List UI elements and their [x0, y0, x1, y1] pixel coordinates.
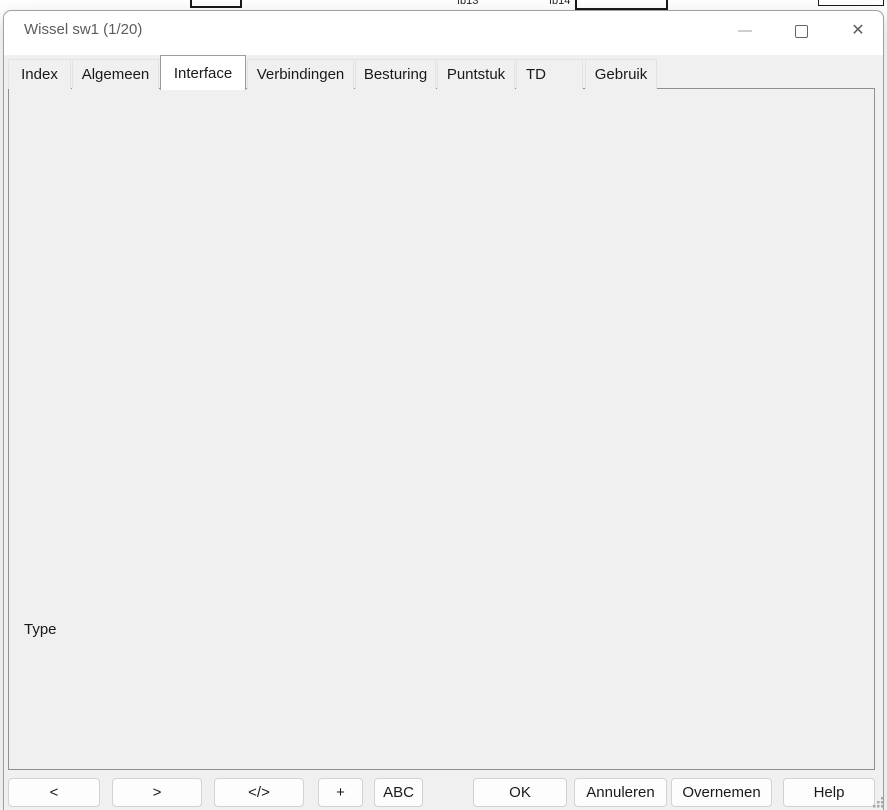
- ok-button[interactable]: OK: [473, 778, 567, 807]
- type-group-legend: Type: [20, 621, 61, 638]
- cancel-button[interactable]: Annuleren: [574, 778, 667, 807]
- background-fragment-text: fb13: [457, 0, 478, 7]
- add-button[interactable]: +: [318, 778, 363, 807]
- window-title: Wissel sw1 (1/20): [24, 21, 142, 38]
- tab-label: Interface: [174, 65, 232, 82]
- tab-label: Verbindingen: [257, 66, 345, 83]
- close-icon: ✕: [851, 23, 864, 39]
- button-label: Help: [814, 784, 845, 801]
- button-label: >: [153, 784, 162, 801]
- abc-button[interactable]: ABC: [374, 778, 423, 807]
- tab-interface[interactable]: Interface: [160, 55, 246, 90]
- button-label: Overnemen: [682, 784, 760, 801]
- maximize-icon: [795, 25, 808, 38]
- resize-grip[interactable]: [872, 796, 884, 808]
- apply-button[interactable]: Overnemen: [671, 778, 772, 807]
- tab-besturing[interactable]: Besturing: [355, 59, 436, 89]
- tab-label: Index: [21, 66, 58, 83]
- button-label: OK: [509, 784, 531, 801]
- tab-label: Gebruik: [595, 66, 648, 83]
- background-fragment-box: [818, 0, 884, 6]
- background-fragment-text: fb14: [549, 0, 570, 7]
- tab-index[interactable]: Index: [8, 59, 71, 89]
- tab-label: Besturing: [364, 66, 427, 83]
- screen: fb13 fb14 Wissel sw1 (1/20) ✕ Index Alge…: [0, 0, 887, 810]
- close-button[interactable]: ✕: [844, 17, 872, 45]
- tab-label: Puntstuk: [447, 66, 505, 83]
- prev-button[interactable]: <: [8, 778, 100, 807]
- tab-verbindingen[interactable]: Verbindingen: [247, 59, 354, 89]
- code-button[interactable]: </>: [214, 778, 304, 807]
- background-fragment-box: [575, 0, 668, 10]
- tab-label: TD: [526, 66, 546, 83]
- background-fragment-box: [190, 0, 242, 8]
- tab-label: Algemeen: [82, 66, 150, 83]
- tab-td[interactable]: TD: [516, 59, 583, 89]
- button-label: Annuleren: [586, 784, 654, 801]
- button-label: </>: [248, 784, 270, 801]
- button-label: +: [336, 784, 345, 801]
- maximize-button[interactable]: [787, 17, 815, 45]
- tab-content-panel: [8, 88, 875, 770]
- next-button[interactable]: >: [112, 778, 202, 807]
- help-button[interactable]: Help: [783, 778, 875, 807]
- resize-grip-icon: [872, 796, 884, 808]
- tab-puntstuk[interactable]: Puntstuk: [437, 59, 515, 89]
- tab-gebruik[interactable]: Gebruik: [585, 59, 657, 89]
- button-label: ABC: [383, 784, 414, 801]
- tab-algemeen[interactable]: Algemeen: [72, 59, 159, 89]
- button-label: <: [50, 784, 59, 801]
- minimize-icon: [738, 30, 752, 32]
- minimize-button: [731, 17, 759, 45]
